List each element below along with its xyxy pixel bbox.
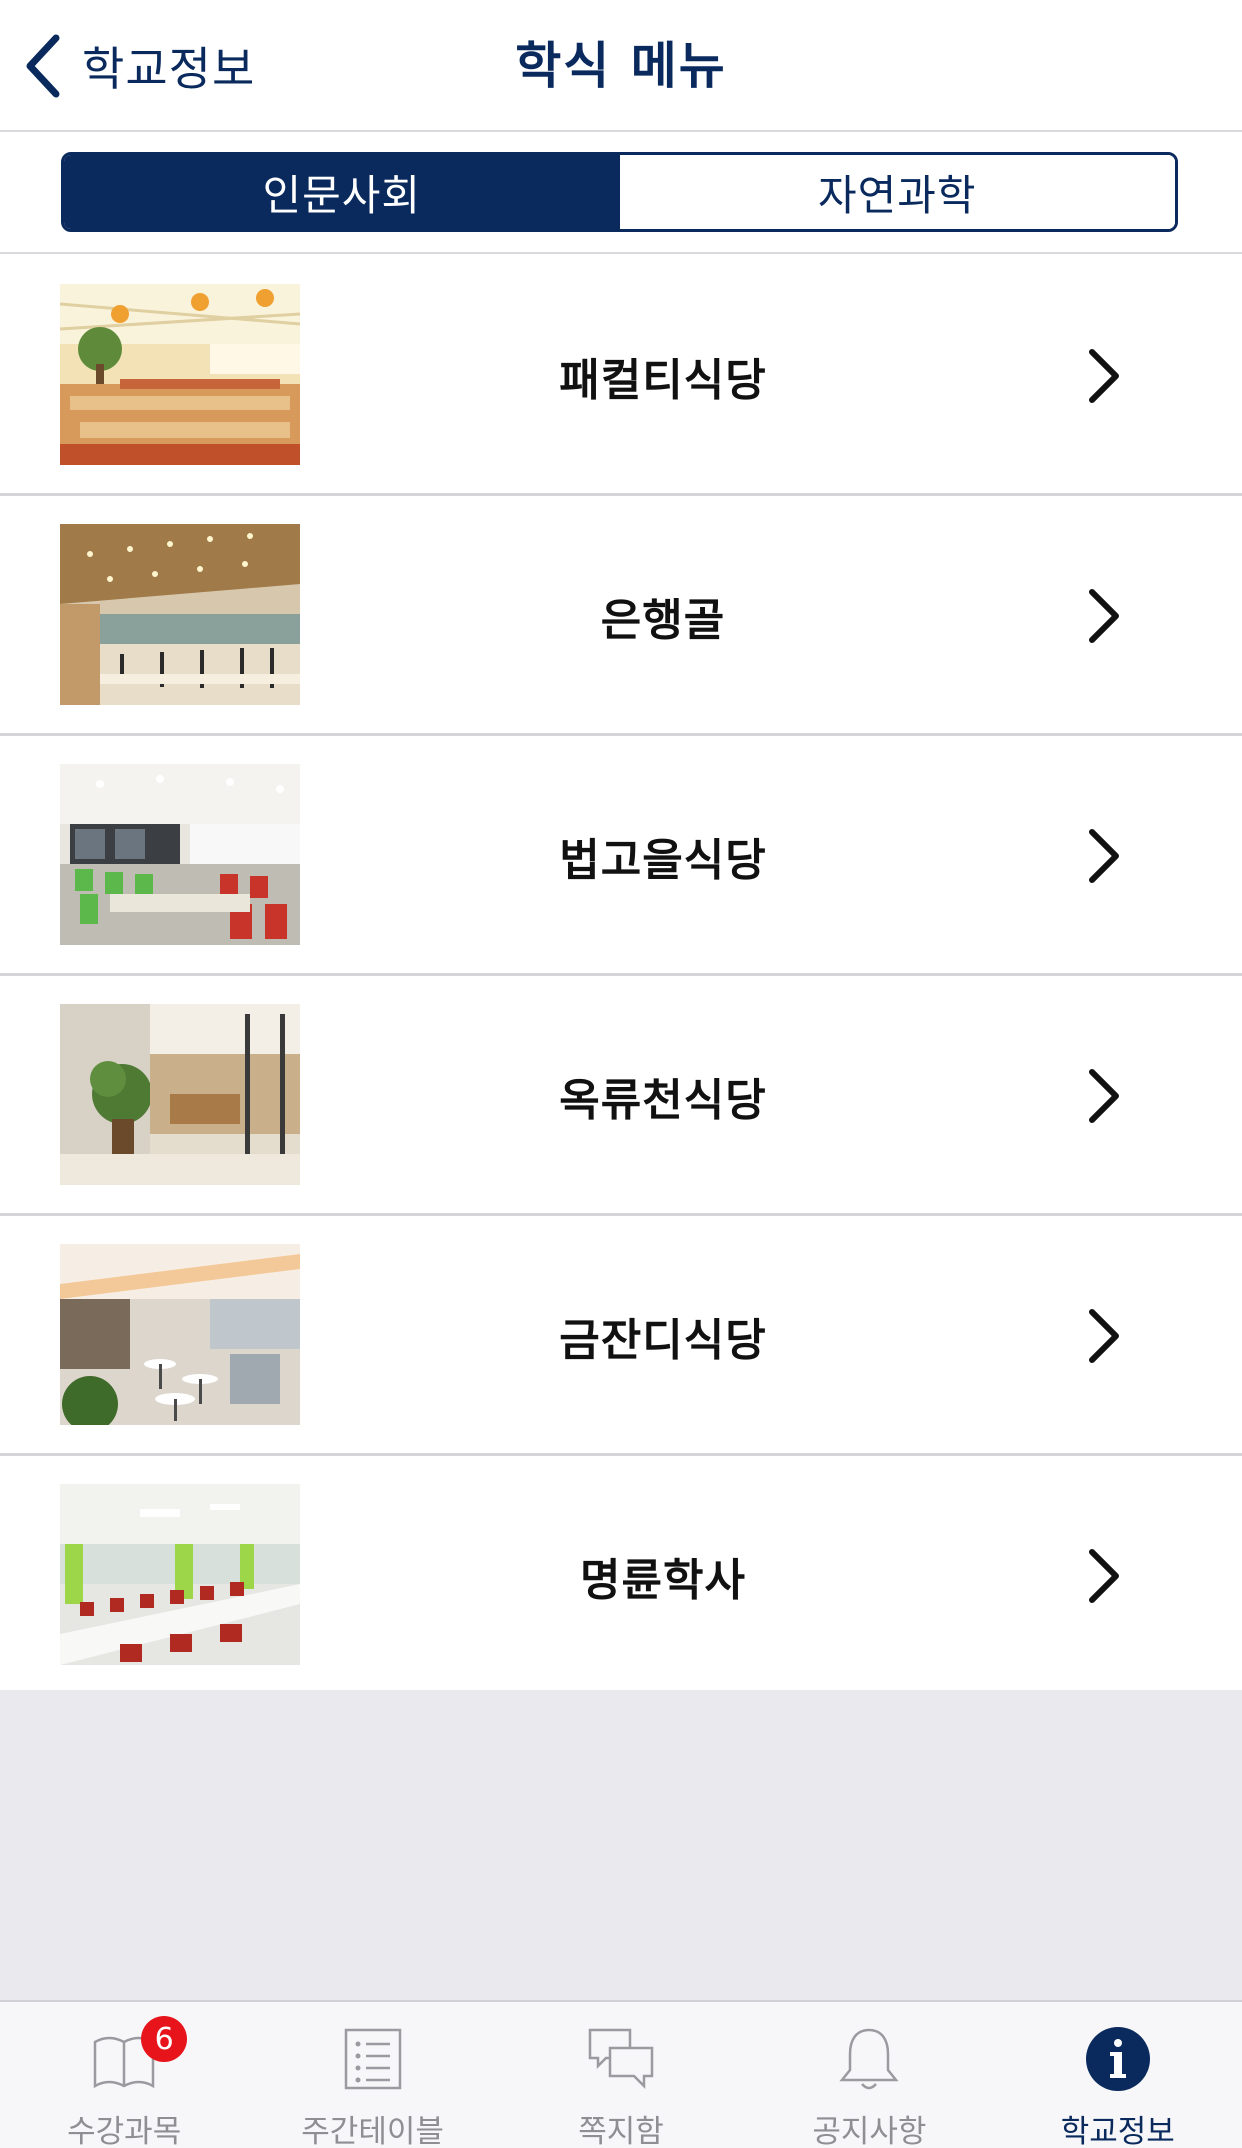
restaurant-photo bbox=[60, 1484, 300, 1665]
tab-notices[interactable]: 공지사항 bbox=[745, 2002, 993, 2148]
list-item[interactable]: 옥류천식당 bbox=[0, 976, 1242, 1216]
restaurant-photo bbox=[60, 1004, 300, 1185]
list-item[interactable]: 패컬티식당 bbox=[0, 256, 1242, 496]
chevron-right-icon bbox=[1089, 349, 1119, 403]
tab-label: 공지사항 bbox=[812, 2114, 927, 2148]
page-title: 학식 메뉴 bbox=[515, 37, 727, 95]
restaurant-name: 법고을식당 bbox=[559, 835, 767, 886]
list-item[interactable]: 금잔디식당 bbox=[0, 1216, 1242, 1456]
chat-bubbles-icon bbox=[588, 2028, 654, 2090]
restaurant-photo bbox=[60, 524, 300, 705]
list-item[interactable]: 법고을식당 bbox=[0, 736, 1242, 976]
bell-icon bbox=[839, 2028, 899, 2090]
chevron-right-icon bbox=[1089, 1549, 1119, 1603]
list-item[interactable]: 명륜학사 bbox=[0, 1456, 1242, 1696]
notification-badge: 6 bbox=[141, 2016, 188, 2062]
tab-bar: 6 수강과목 주간테이블 쪽지함 공지사항 학교정보 bbox=[0, 2000, 1242, 2148]
restaurant-name: 금잔디식당 bbox=[559, 1315, 767, 1366]
tab-school-info[interactable]: 학교정보 bbox=[994, 2002, 1242, 2148]
nav-header: 학교정보 학식 메뉴 bbox=[0, 0, 1242, 132]
chevron-right-icon bbox=[1089, 1309, 1119, 1363]
empty-area bbox=[0, 1690, 1242, 2000]
tab-label: 쪽지함 bbox=[578, 2114, 664, 2148]
restaurant-photo bbox=[60, 284, 300, 465]
chevron-right-icon bbox=[1089, 589, 1119, 643]
campus-segmented-control: 인문사회 자연과학 bbox=[61, 152, 1178, 232]
list-icon bbox=[344, 2028, 401, 2090]
restaurant-photo bbox=[60, 1244, 300, 1425]
segment-bar: 인문사회 자연과학 bbox=[0, 134, 1242, 254]
info-icon bbox=[1085, 2027, 1150, 2091]
restaurant-list: 패컬티식당 은행골 법고을식당 옥류천식당 금잔디식당 명륜학사 bbox=[0, 256, 1242, 1696]
restaurant-name: 옥류천식당 bbox=[559, 1075, 767, 1126]
list-item[interactable]: 은행골 bbox=[0, 496, 1242, 736]
segment-natural-science[interactable]: 자연과학 bbox=[619, 155, 1175, 229]
restaurant-photo bbox=[60, 764, 300, 945]
tab-label: 주간테이블 bbox=[301, 2114, 444, 2148]
restaurant-name: 명륜학사 bbox=[580, 1555, 746, 1606]
segment-humanities[interactable]: 인문사회 bbox=[64, 155, 620, 229]
tab-courses[interactable]: 6 수강과목 bbox=[0, 2002, 248, 2148]
chevron-right-icon bbox=[1089, 1069, 1119, 1123]
tab-weekly-table[interactable]: 주간테이블 bbox=[248, 2002, 496, 2148]
tab-messages[interactable]: 쪽지함 bbox=[497, 2002, 745, 2148]
restaurant-name: 은행골 bbox=[600, 595, 726, 646]
tab-label: 수강과목 bbox=[67, 2114, 182, 2148]
restaurant-name: 패컬티식당 bbox=[559, 355, 767, 406]
tab-label: 학교정보 bbox=[1060, 2114, 1175, 2148]
chevron-right-icon bbox=[1089, 829, 1119, 883]
